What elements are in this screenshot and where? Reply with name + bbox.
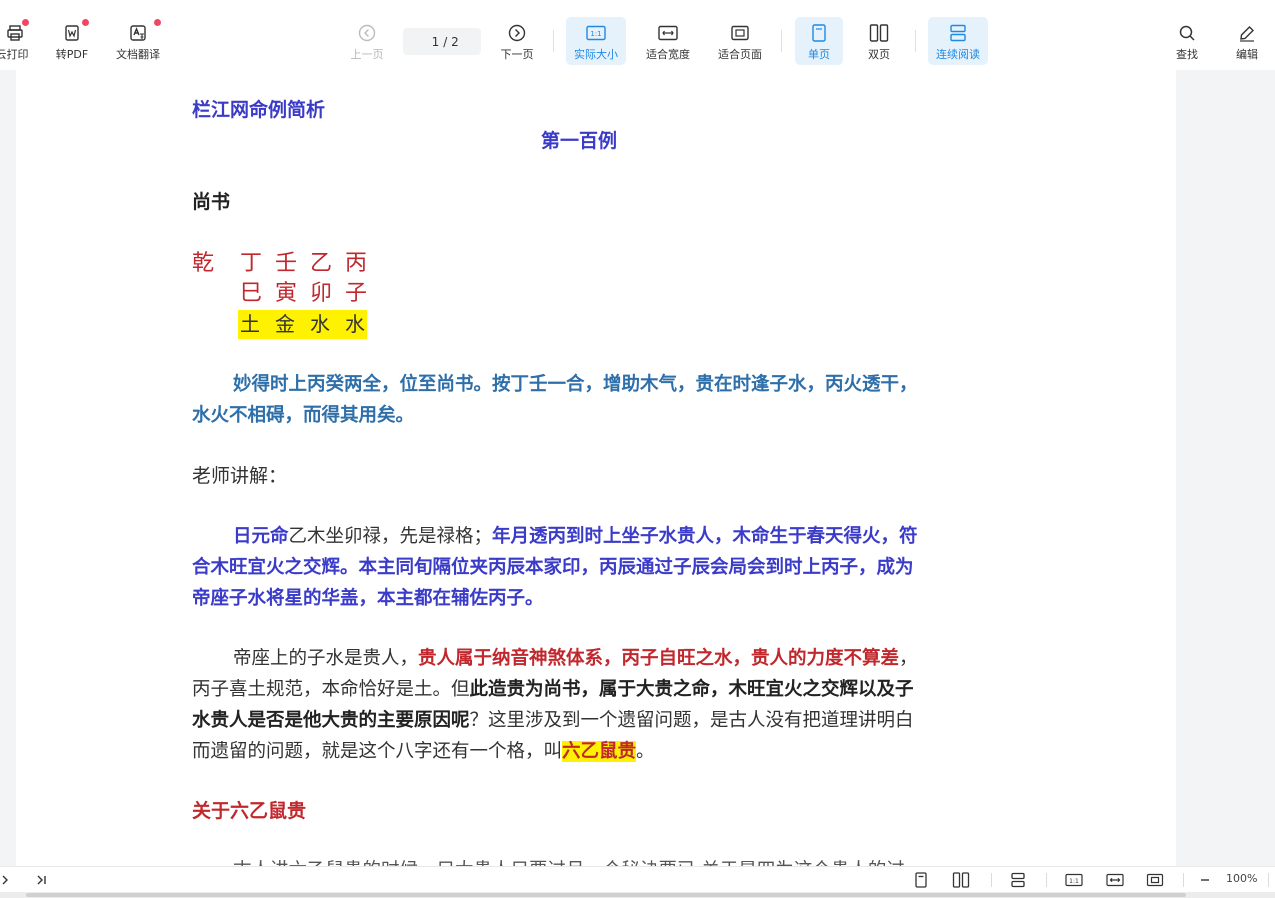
find-button[interactable]: 查找 [1168, 17, 1206, 65]
page-total: / 2 [443, 34, 459, 49]
fit-width-icon[interactable] [1106, 871, 1124, 889]
document-page: 栏江网命例简析 第一百例 尚书 乾 丁 壬 乙 丙 巳 寅 卯 子 土 金 水 … [16, 70, 1176, 866]
fit-width-label: 适合宽度 [646, 48, 690, 61]
svg-text:1:1: 1:1 [590, 30, 601, 38]
double-page-icon[interactable] [952, 871, 970, 889]
scrollbar-thumb[interactable] [26, 893, 1186, 897]
cloud-print-button[interactable]: 云打印 [0, 17, 30, 65]
arrow-right-circle-icon [506, 22, 528, 44]
fit-page-icon[interactable] [1146, 871, 1164, 889]
bazi-branch: 卯 [310, 281, 333, 306]
actual-size-button[interactable]: 1:1 实际大小 [566, 17, 626, 65]
bazi-nayin: 水 [345, 312, 365, 336]
paragraph-line: 妙得时上丙癸两全，位至尚书。按丁壬一合，增助木气，贵在时逢子水，丙火透干， [233, 374, 918, 395]
bazi-stem: 乙 [310, 251, 333, 276]
to-pdf-button[interactable]: 转PDF [52, 17, 92, 65]
pencil-icon [1236, 22, 1258, 44]
doc-translate-button[interactable]: 文档翻译 [112, 17, 164, 65]
bazi-stem: 丙 [345, 251, 368, 276]
doc-translate-label: 文档翻译 [116, 48, 160, 61]
paragraph-line: 而遗留的问题，就是这个八字还有一个格，叫六乙鼠贵。 [192, 741, 655, 762]
highlight-term: 六乙鼠贵 [562, 741, 637, 762]
single-page-icon[interactable] [912, 871, 930, 889]
svg-text:1:1: 1:1 [1069, 878, 1079, 885]
bazi-gender-label: 乾 [192, 251, 215, 276]
bazi-nayin: 土 [240, 312, 260, 336]
paragraph-line: 丙子喜土规范，本命恰好是土。但此造贵为尚书，属于大贵之命，木旺宜火之交辉以及子 [192, 679, 914, 700]
to-pdf-label: 转PDF [55, 48, 89, 61]
continuous-scroll-icon [947, 22, 969, 44]
bazi-nayin: 金 [275, 312, 295, 336]
fit-page-label: 适合页面 [718, 48, 762, 61]
single-page-icon [808, 22, 830, 44]
pdf-badge [82, 19, 89, 26]
continuous-read-button[interactable]: 连续阅读 [928, 17, 988, 65]
page-indicator: / 2 [403, 28, 481, 55]
doc-header: 栏江网命例简析 [192, 99, 326, 121]
translate-icon [127, 22, 149, 44]
bazi-branch: 子 [345, 281, 368, 306]
toolbar-divider [915, 30, 916, 52]
next-page-label: 下一页 [500, 48, 534, 61]
bazi-stem: 壬 [275, 251, 298, 276]
actual-size-label: 实际大小 [574, 48, 618, 61]
find-label: 查找 [1176, 48, 1198, 61]
fit-width-button[interactable]: 适合宽度 [640, 17, 696, 65]
toolbar-divider [553, 30, 554, 52]
chevron-right-icon[interactable] [0, 871, 14, 889]
search-icon [1176, 22, 1198, 44]
edit-button[interactable]: 编辑 [1228, 17, 1266, 65]
fit-page-button[interactable]: 适合页面 [712, 17, 768, 65]
teacher-label: 老师讲解： [192, 465, 288, 487]
paragraph-line: 帝座子水将星的华盖，本主都在辅佐丙子。 [192, 588, 544, 609]
print-badge [22, 19, 29, 26]
doc-title: 第一百例 [541, 130, 618, 152]
double-page-icon [868, 22, 890, 44]
translate-badge [154, 19, 161, 26]
status-divider [1046, 873, 1047, 887]
prev-page-label: 上一页 [350, 48, 384, 61]
top-toolbar: 云打印 转PDF 文档翻译 上一页 / 2 下一页 1:1 [0, 0, 1275, 70]
zoom-level[interactable]: 100% [1226, 872, 1257, 885]
single-page-label: 单页 [808, 48, 830, 61]
paragraph-line: 水贵人是否是他大贵的主要原因呢？这里涉及到一个遗留问题，是古人没有把道理讲明白 [192, 710, 914, 731]
status-divider [991, 873, 992, 887]
paragraph-line: 日元命乙木坐卯禄，先是禄格；年月透丙到时上坐子水贵人，木命生于春天得火，符 [233, 526, 918, 547]
last-page-icon[interactable] [32, 871, 50, 889]
bazi-stem: 丁 [240, 251, 263, 276]
prev-page-button[interactable]: 上一页 [344, 17, 390, 65]
fit-width-icon [657, 22, 679, 44]
paragraph-line: 帝座上的子水是贵人，贵人属于纳音神煞体系，丙子自旺之水，贵人的力度不算差， [233, 648, 918, 669]
arrow-left-circle-icon [356, 22, 378, 44]
continuous-read-label: 连续阅读 [936, 48, 980, 61]
actual-size-icon: 1:1 [585, 22, 607, 44]
page-number-input[interactable] [425, 34, 440, 49]
cloud-print-label: 云打印 [0, 48, 29, 61]
paragraph-line-cut: 古人讲六乙鼠贵的时候，只太贵人只要过月一个秘诀要已 关于是四为这个贵人的过 [233, 855, 905, 866]
bazi-nayin: 水 [310, 312, 330, 336]
actual-size-icon[interactable]: 1:1 [1065, 871, 1083, 889]
bazi-branch: 寅 [275, 281, 298, 306]
double-page-label: 双页 [868, 48, 890, 61]
section-title: 关于六乙鼠贵 [192, 800, 307, 822]
bazi-branch: 巳 [240, 281, 263, 306]
toolbar-divider [781, 30, 782, 52]
paragraph-line: 水火不相碍，而得其用矣。 [192, 405, 415, 426]
status-divider [1183, 873, 1184, 887]
doc-subject: 尚书 [192, 191, 231, 213]
edit-label: 编辑 [1236, 48, 1258, 61]
single-page-button[interactable]: 单页 [795, 17, 843, 65]
status-bar: 1:1 100% [0, 866, 1275, 892]
zoom-out-icon[interactable] [1196, 871, 1214, 889]
fit-page-icon [729, 22, 751, 44]
paragraph-line: 合木旺宜火之交辉。本主同旬隔位夹丙辰本家印，丙辰通过子辰会局会到时上丙子，成为 [192, 557, 914, 578]
status-divider [1268, 873, 1269, 887]
word-file-icon [61, 22, 83, 44]
continuous-scroll-icon[interactable] [1009, 871, 1027, 889]
next-page-button[interactable]: 下一页 [494, 17, 540, 65]
double-page-button[interactable]: 双页 [856, 17, 902, 65]
